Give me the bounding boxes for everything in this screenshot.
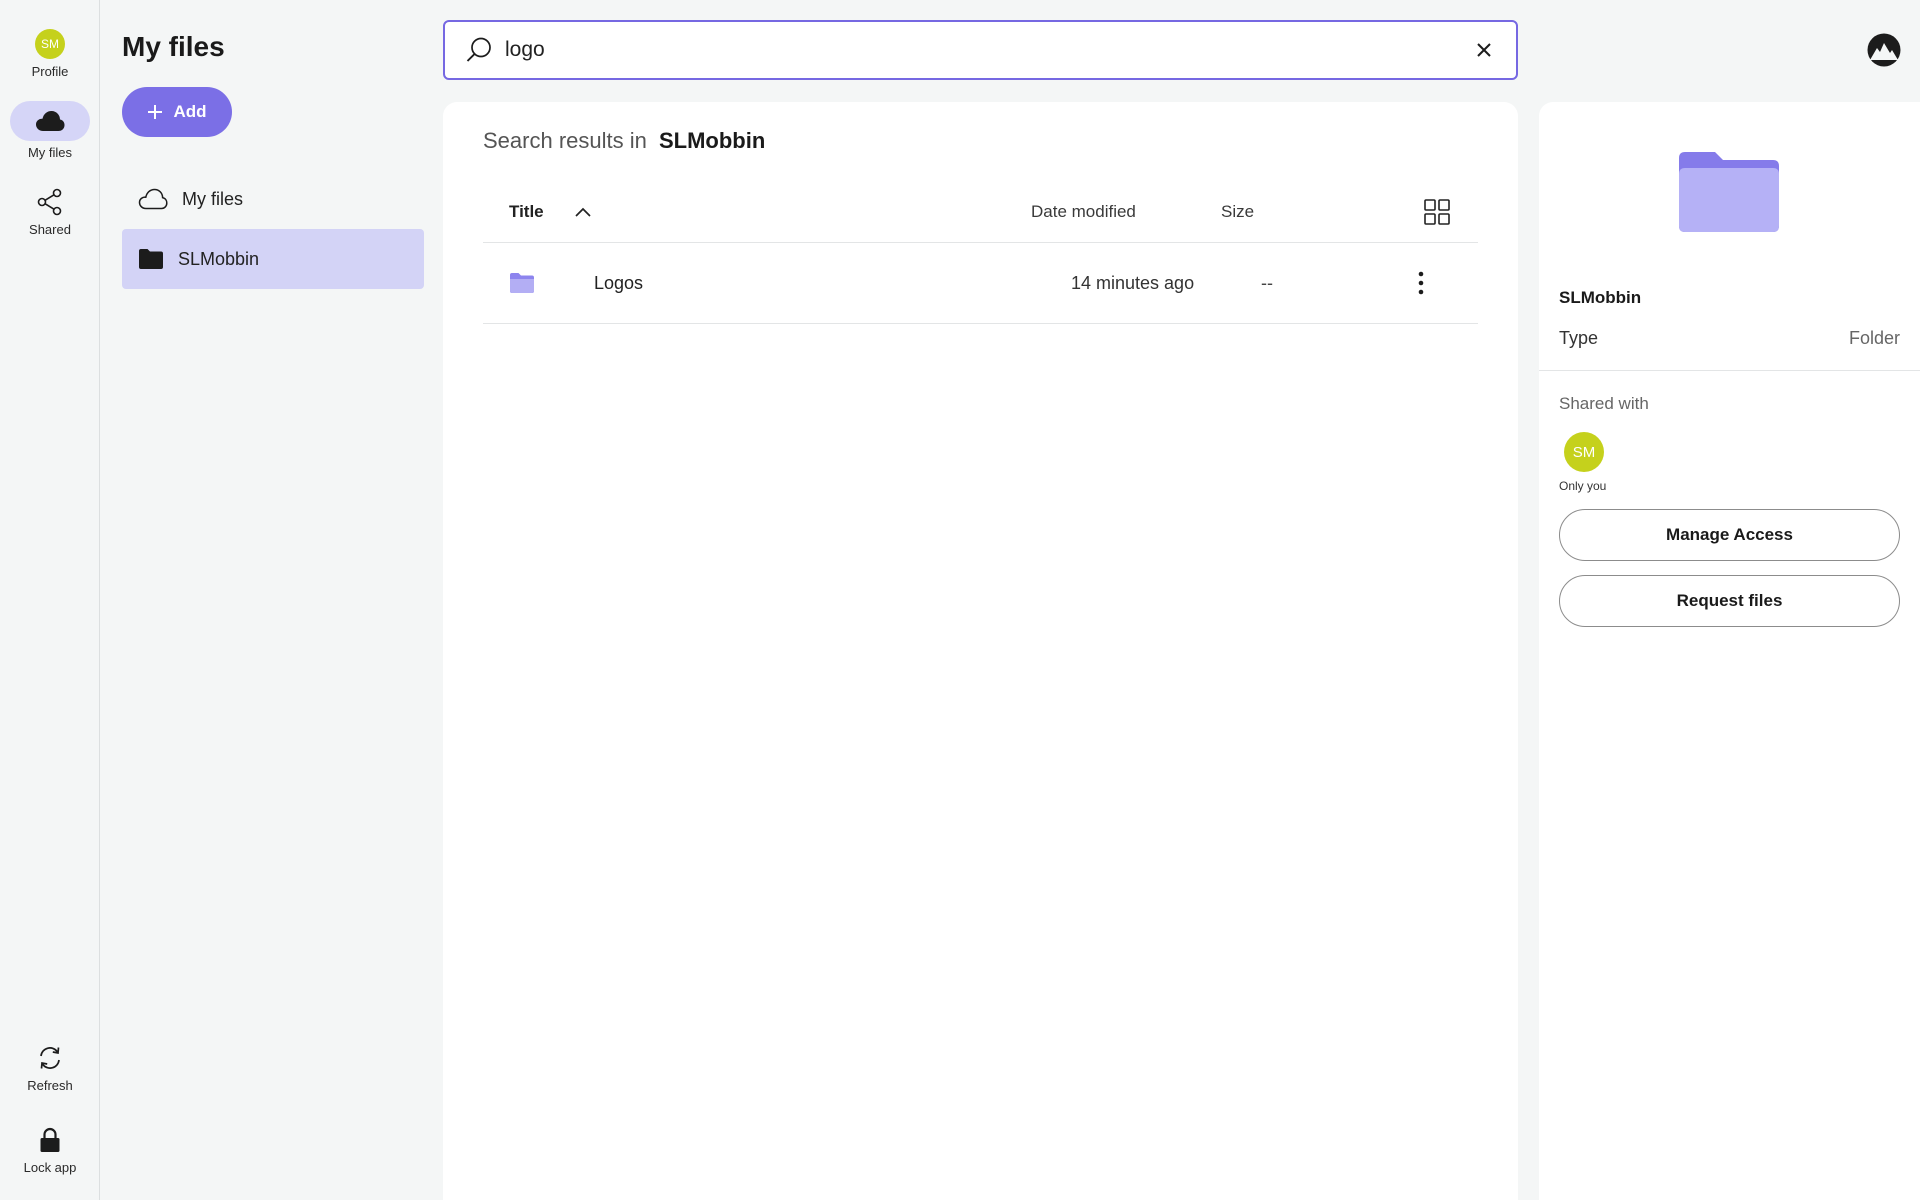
sidebar-item-slmobbin[interactable]: SLMobbin — [122, 229, 424, 289]
profile-avatar-wrap: SM — [30, 24, 70, 64]
grid-view-icon[interactable] — [1424, 199, 1450, 225]
rail-my-files-label: My files — [27, 145, 73, 160]
request-files-button[interactable]: Request files — [1559, 575, 1900, 627]
add-button-label: Add — [173, 102, 207, 121]
details-name: SLMobbin — [1559, 288, 1642, 307]
search-input[interactable] — [505, 38, 1472, 62]
row-name: Logos — [594, 273, 644, 293]
rail-refresh[interactable]: Refresh — [0, 1038, 100, 1093]
shared-caption: Only you — [1559, 479, 1607, 493]
results-panel: Search results in SLMobbin Title Date mo… — [443, 102, 1518, 1200]
rail-lock[interactable]: Lock app — [0, 1120, 100, 1175]
manage-access-button[interactable]: Manage Access — [1559, 509, 1900, 561]
column-header-title[interactable]: Title — [509, 202, 544, 222]
folder-icon — [510, 273, 534, 293]
results-heading-prefix: Search results in — [483, 128, 647, 153]
results-heading: Search results in SLMobbin — [483, 128, 765, 154]
shared-with-label: Shared with — [1559, 394, 1649, 413]
search-icon — [466, 37, 491, 62]
brand-logo-icon — [1867, 33, 1901, 67]
sidebar-item-label: My files — [182, 188, 244, 209]
refresh-icon — [30, 1038, 70, 1078]
details-panel: SLMobbin Type Folder Shared with SM Only… — [1539, 102, 1920, 1200]
row-divider — [483, 323, 1478, 324]
rail-shared[interactable]: Shared — [0, 182, 100, 237]
cloud-outline-icon — [138, 188, 168, 210]
details-type-label: Type — [1559, 328, 1599, 348]
shared-avatar: SM — [1564, 432, 1604, 472]
row-more-button[interactable] — [1407, 269, 1435, 297]
search-bar — [443, 20, 1518, 80]
row-date: 14 minutes ago — [1071, 273, 1195, 293]
folder-preview-icon — [1679, 152, 1779, 232]
rail-lock-label: Lock app — [23, 1160, 77, 1175]
table-row[interactable]: Logos 14 minutes ago -- — [483, 243, 1478, 323]
cloud-icon — [36, 111, 65, 131]
column-header-date[interactable]: Date modified — [1031, 202, 1136, 222]
sidebar: My files Add My files SLMobbin — [101, 0, 441, 1200]
app-rail: SM Profile My files Shared Refresh Lock … — [0, 0, 100, 1200]
sidebar-item-label: SLMobbin — [178, 248, 260, 269]
rail-shared-label: Shared — [29, 222, 71, 237]
close-icon — [1477, 43, 1491, 57]
rail-my-files-pill[interactable] — [10, 101, 90, 141]
sort-ascending-icon[interactable] — [573, 202, 593, 222]
folder-icon — [139, 249, 163, 269]
details-divider — [1539, 370, 1920, 371]
column-header-size[interactable]: Size — [1221, 202, 1254, 222]
plus-icon — [148, 105, 163, 119]
rail-profile-label: Profile — [31, 64, 69, 79]
rail-refresh-label: Refresh — [27, 1078, 73, 1093]
rail-my-files[interactable]: My files — [0, 101, 100, 160]
add-button[interactable]: Add — [122, 87, 232, 137]
row-size: -- — [1261, 273, 1273, 293]
lock-icon — [30, 1120, 70, 1160]
sidebar-title: My files — [122, 31, 225, 62]
more-vertical-icon — [1418, 271, 1424, 295]
clear-search-button[interactable] — [1472, 38, 1496, 62]
rail-profile[interactable]: SM Profile — [0, 24, 100, 79]
profile-avatar: SM — [35, 29, 65, 59]
results-location: SLMobbin — [658, 128, 766, 153]
share-icon — [30, 182, 70, 222]
sidebar-item-my-files[interactable]: My files — [122, 169, 424, 229]
details-type-value: Folder — [1848, 328, 1900, 348]
